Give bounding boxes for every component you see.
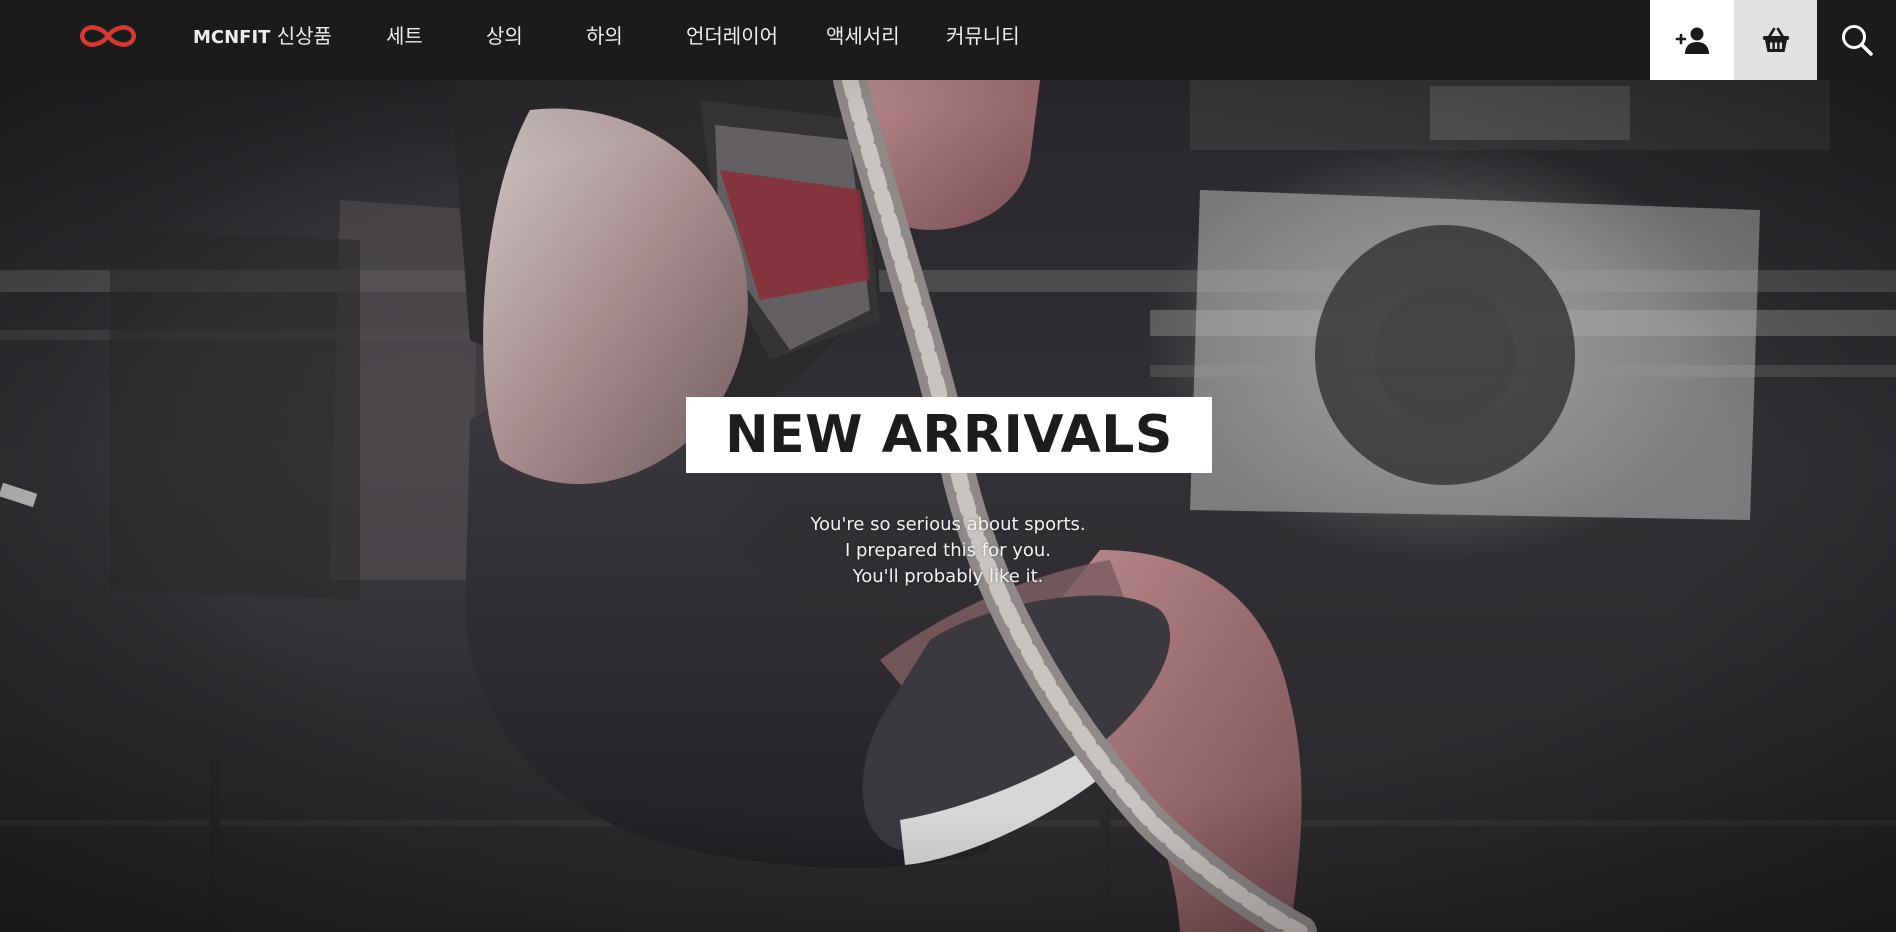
search-button[interactable] (1817, 0, 1896, 80)
nav-item-tops[interactable]: 상의 (486, 0, 523, 72)
cart-button[interactable] (1734, 0, 1817, 80)
top-navigation: MCNFIT 신상품 세트 상의 하의 언더레이어 액세서리 커뮤니티 (0, 0, 1896, 80)
user-plus-icon (1675, 27, 1709, 54)
hero-copy: You're so serious about sports. I prepar… (700, 512, 1196, 590)
hero-background-photo (0, 80, 1896, 932)
nav-item-new-arrivals[interactable]: MCNFIT 신상품 (193, 0, 332, 72)
nav-item-underlayer[interactable]: 언더레이어 (686, 0, 778, 72)
page: MCNFIT 신상품 세트 상의 하의 언더레이어 액세서리 커뮤니티 NEW … (0, 0, 1896, 932)
signup-button[interactable] (1650, 0, 1734, 80)
nav-label-new-products: 신상품 (276, 24, 332, 48)
hero-copy-line: I prepared this for you. (844, 540, 1052, 561)
hero-title: NEW ARRIVALS (725, 405, 1173, 465)
infinity-logo[interactable] (72, 16, 144, 56)
nav-item-bottoms[interactable]: 하의 (586, 0, 623, 72)
brand-name: MCNFIT (193, 27, 271, 48)
nav-item-accessories[interactable]: 액세서리 (826, 0, 900, 72)
hero-banner: NEW ARRIVALS You're so serious about spo… (0, 80, 1896, 932)
basket-icon (1762, 27, 1789, 52)
hero-title-box: NEW ARRIVALS (686, 397, 1212, 473)
hero-copy-line: You're so serious about sports. (810, 514, 1086, 535)
nav-item-set[interactable]: 세트 (386, 0, 423, 72)
nav-item-community[interactable]: 커뮤니티 (946, 0, 1020, 72)
hero-copy-line: You'll probably like it. (852, 566, 1044, 587)
search-icon (1841, 25, 1873, 56)
